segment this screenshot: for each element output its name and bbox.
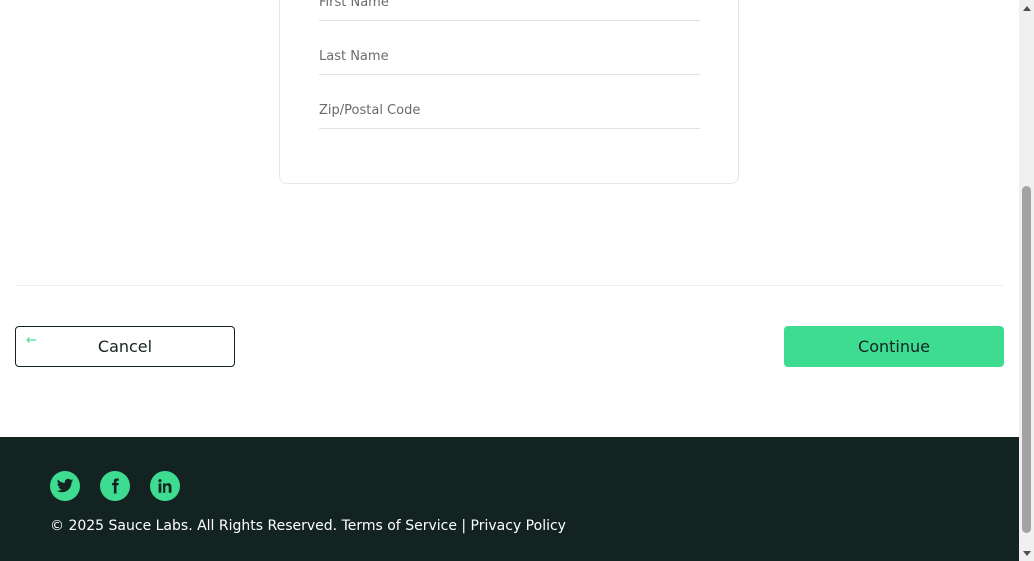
last-name-input[interactable]	[319, 39, 700, 75]
checkout-info-card	[279, 0, 739, 184]
footer-copy: © 2025 Sauce Labs. All Rights Reserved. …	[50, 518, 566, 534]
vertical-scrollbar[interactable]	[1019, 0, 1034, 561]
footer: © 2025 Sauce Labs. All Rights Reserved. …	[0, 437, 1019, 561]
checkout-page: ← Cancel Continue © 2025 Sauce Labs. All…	[0, 0, 1034, 561]
scroll-down-arrow-icon[interactable]	[1019, 546, 1034, 561]
cancel-button[interactable]: ← Cancel	[15, 326, 235, 367]
linkedin-icon[interactable]	[150, 471, 180, 501]
first-name-input[interactable]	[319, 0, 700, 21]
scroll-up-arrow-icon[interactable]	[1019, 0, 1034, 15]
postal-code-input[interactable]	[319, 93, 700, 129]
arrow-left-icon: ←	[26, 333, 37, 348]
cancel-button-label: Cancel	[97, 337, 153, 356]
continue-button[interactable]: Continue	[784, 326, 1004, 367]
section-divider	[15, 285, 1003, 286]
facebook-icon[interactable]	[100, 471, 130, 501]
scrollbar-thumb[interactable]	[1022, 186, 1031, 533]
continue-button-label: Continue	[858, 337, 930, 356]
main-content: ← Cancel Continue	[0, 0, 1019, 437]
twitter-icon[interactable]	[50, 471, 80, 501]
